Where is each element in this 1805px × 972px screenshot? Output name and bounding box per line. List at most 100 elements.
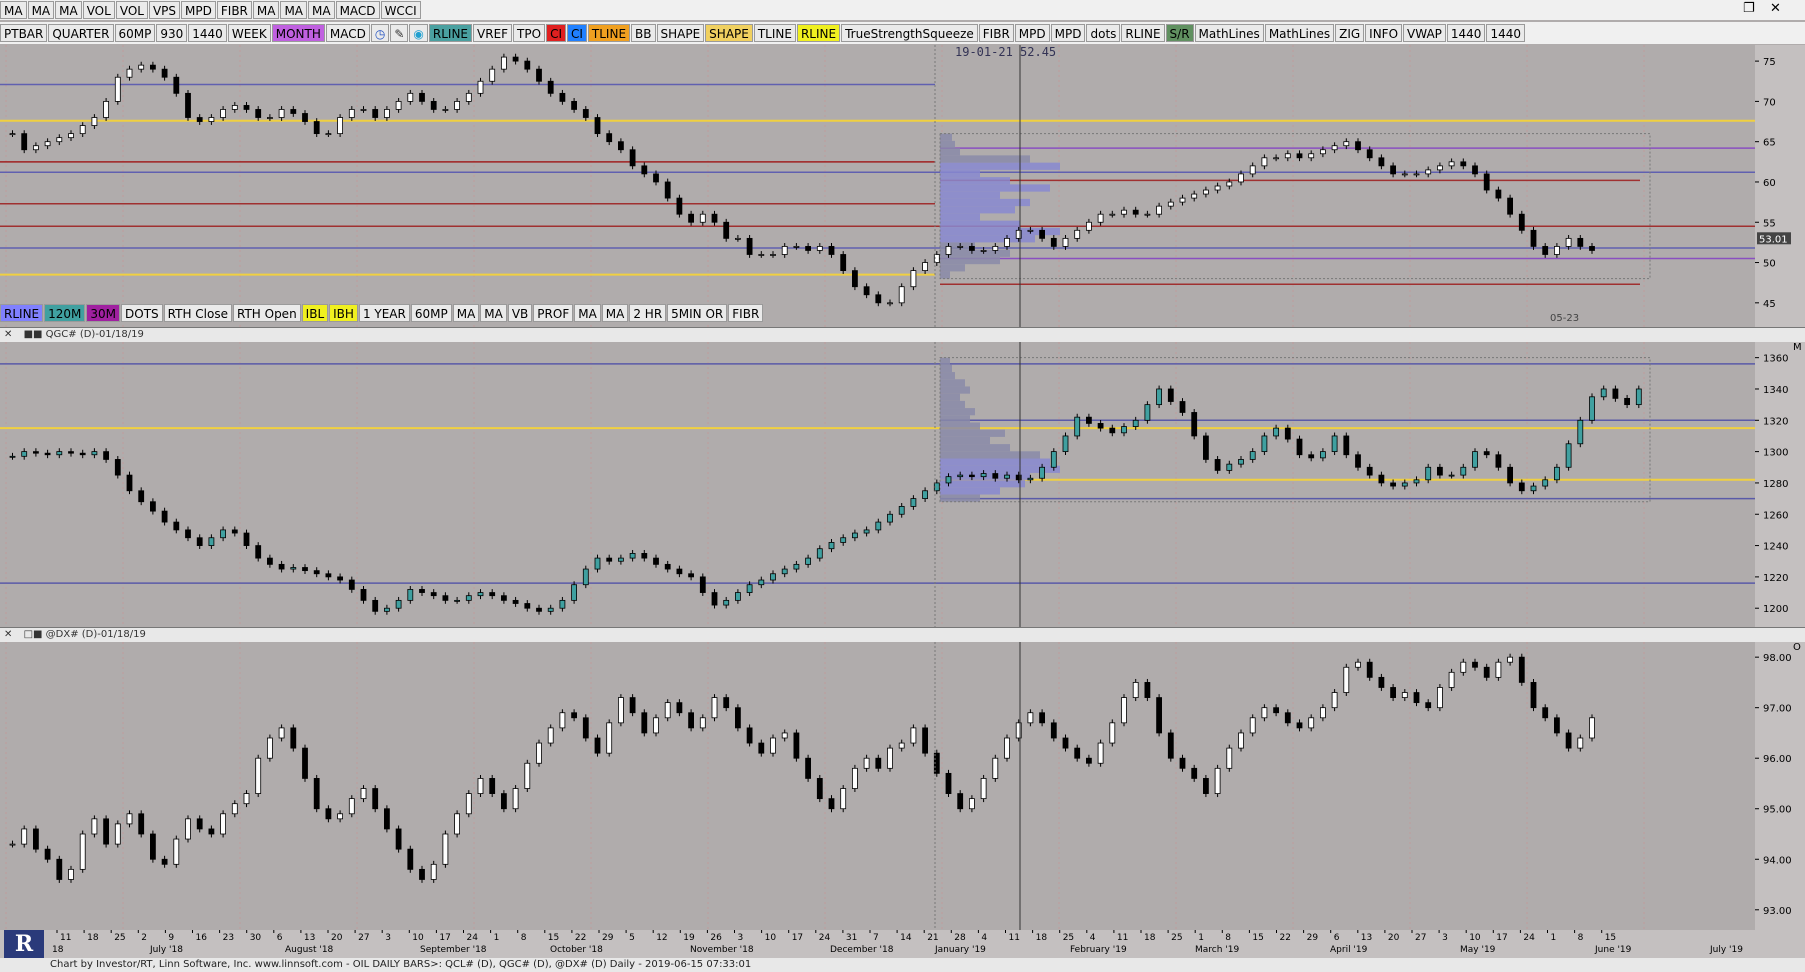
toolbar-button-tline[interactable]: TLINE [753,24,796,42]
toolbar-button-120m[interactable]: 120M [44,304,86,322]
toolbar-button-month[interactable]: MONTH [271,24,325,42]
toolbar-button-info[interactable]: INFO [1365,24,1403,42]
candle-body [688,712,694,729]
toolbar-button-wcci[interactable]: WCCI [380,1,421,19]
drop-icon[interactable]: ◉ [409,24,428,42]
toolbar-button-vb[interactable]: VB [507,304,533,322]
gold-axis-svg: 1360 1340 1320 1300 1280 1260 1240 1220 1200 [1755,354,1788,615]
oil-price-axis[interactable]: 75 70 65 60 55 50 45 53.01 [1755,45,1805,327]
toolbar-button-ma[interactable]: MA [601,304,629,322]
close-icon[interactable]: ✕ [1770,1,1781,16]
toolbar-button-mathlines[interactable]: MathLines [1194,24,1264,42]
candle-body [1425,702,1432,709]
toolbar-button-ma[interactable]: MA [574,304,601,322]
toolbar-button-930[interactable]: 930 [156,24,188,42]
top-indicator-toolbar: MA MA MA VOL VOL VPS MPD FIBR MA MA MA MACD WCCI [0,0,1805,20]
toolbar-button-vol[interactable]: VOL [115,1,148,19]
candle-body [103,818,109,845]
toolbar-button-rline[interactable]: RLINE [428,24,473,42]
candle-body [746,584,753,593]
toolbar-button-quarter[interactable]: QUARTER [48,24,114,42]
toolbar-button-ma[interactable]: MA [280,1,308,19]
candle-body [231,803,238,815]
toolbar-button-ci[interactable]: CI [566,24,587,42]
toolbar-button-rth-close[interactable]: RTH Close [163,304,232,322]
toolbar-button-mpd[interactable]: MPD [181,1,216,19]
toolbar-button-1-year[interactable]: 1 YEAR [358,304,410,322]
toolbar-button-vwap[interactable]: VWAP [1403,24,1446,42]
toolbar-button-ma[interactable]: MA [452,304,480,322]
month-label: February '19 [1070,945,1127,955]
toolbar-button-ma[interactable]: MA [480,304,507,322]
candle-body [138,490,145,503]
gold-price-axis[interactable]: 1360 1340 1320 1300 1280 1260 1240 1220 1200 M [1755,342,1805,627]
toolbar-button-mpd[interactable]: MPD [1014,24,1050,42]
toolbar-button-truestrengthsqueeze[interactable]: TrueStrengthSqueeze [841,24,978,42]
toolbar-button-ma[interactable]: MA [27,1,55,19]
toolbar-button-zig[interactable]: ZIG [1335,24,1365,42]
candle-body [161,858,168,865]
toolbar-button-macd[interactable]: MACD [335,1,380,19]
toolbar-button-ma[interactable]: MA [252,1,280,19]
toolbar-button-mathlines[interactable]: MathLines [1264,24,1335,42]
candle-body [1460,466,1467,476]
toolbar-button-5min-or[interactable]: 5MIN OR [667,304,728,322]
toolbar-button-dots[interactable]: dots [1086,24,1121,42]
candle-body [1308,454,1315,459]
toolbar-button-vref[interactable]: VREF [473,24,513,42]
dollar-index-pane[interactable] [0,642,1755,930]
toolbar-button-rline[interactable]: RLINE [796,24,841,42]
close-icon[interactable]: ✕ [4,329,12,340]
date-axis[interactable]: 11 18 25 2 9 16 23 30 6 13 20 27 3 10 17 24 1 8 15 22 29 5 12 1… [0,930,1805,958]
toolbar-button-shape[interactable]: SHAPE [656,24,705,42]
toolbar-button-mpd[interactable]: MPD [1050,24,1086,42]
pencil-icon[interactable]: ✎ [390,24,409,42]
toolbar-button-vol[interactable]: VOL [82,1,115,19]
toolbar-button-30m[interactable]: 30M [86,304,121,322]
oil-price-pane[interactable]: RLINE 120M 30M DOTS RTH Close RTH Open IBL IBH 1… [0,45,1755,327]
toolbar-button-rline[interactable]: RLINE [1121,24,1165,42]
gold-price-pane[interactable] [0,342,1755,627]
toolbar-button-ibl[interactable]: IBL [301,304,329,322]
toolbar-button-ci[interactable]: CI [546,24,566,42]
toolbar-button-bb[interactable]: BB [631,24,656,42]
toolbar-button-fibr[interactable]: FIBR [216,1,252,19]
toolbar-button-60mp[interactable]: 60MP [410,304,452,322]
close-icon[interactable]: ✕ [4,629,12,640]
toolbar-button-s-r[interactable]: S/R [1165,24,1194,42]
toolbar-button-prof[interactable]: PROF [533,304,574,322]
toolbar-button-week[interactable]: WEEK [227,24,271,42]
date-tick-label: 1 [494,933,500,943]
toolbar-button-60mp[interactable]: 60MP [114,24,156,42]
toolbar-button-ma[interactable]: MA [0,1,27,19]
axis-tick-label: 1240 [1763,542,1788,553]
dollar-index-axis[interactable]: 98.00 97.00 96.00 95.00 94.00 93.00 O [1755,642,1805,930]
clock-icon[interactable]: ◷ [370,24,390,42]
toolbar-button-ibh[interactable]: IBH [329,304,358,322]
toolbar-button-fibr[interactable]: FIBR [728,304,764,322]
toolbar-button-vps[interactable]: VPS [148,1,181,19]
toolbar-button-fibr[interactable]: FIBR [978,24,1014,42]
candle-body [957,246,964,248]
toolbar-button-ma[interactable]: MA [55,1,82,19]
toolbar-button-rline[interactable]: RLINE [0,304,44,322]
toolbar-button-1440[interactable]: 1440 [188,24,227,42]
toolbar-button-dots[interactable]: DOTS [121,304,163,322]
candle-body [302,747,308,779]
restore-icon[interactable]: ❐ [1743,1,1755,16]
toolbar-button-tpo[interactable]: TPO [513,24,546,42]
candle-body [641,165,648,175]
date-tick-label: 17 [792,933,803,943]
candle-body [828,798,835,810]
toolbar-button-tline[interactable]: TLINE [587,24,631,42]
toolbar-button-1440[interactable]: 1440 [1486,24,1525,42]
toolbar-button-shape[interactable]: SHAPE [705,24,753,42]
date-tick-label: 25 [1063,933,1074,943]
candle-body [688,573,694,578]
toolbar-button-1440[interactable]: 1440 [1446,24,1486,42]
toolbar-button-ma[interactable]: MA [308,1,335,19]
toolbar-button-rth-open[interactable]: RTH Open [232,304,301,322]
toolbar-button-2-hr[interactable]: 2 HR [629,304,667,322]
toolbar-button-ptbar[interactable]: PTBAR [0,24,48,42]
toolbar-button-macd[interactable]: MACD [325,24,370,42]
